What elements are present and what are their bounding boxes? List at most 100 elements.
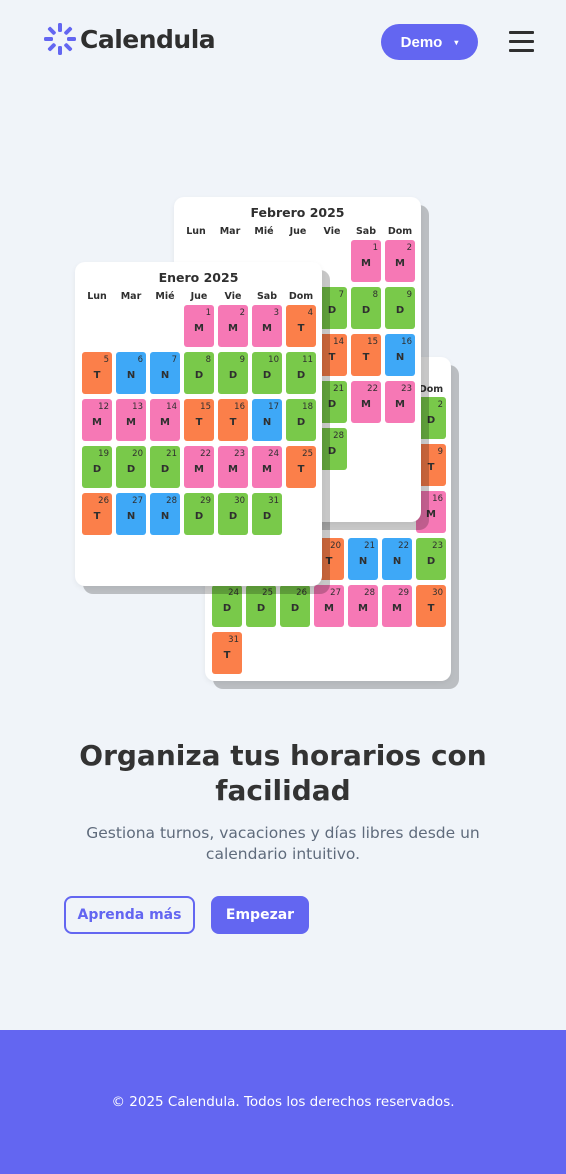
calendar-day-cell[interactable]: 27 N <box>116 493 146 535</box>
day-number: 20 <box>132 449 143 459</box>
day-number: 27 <box>330 588 341 598</box>
calendar-day-cell[interactable]: 31 T <box>212 632 242 674</box>
calendar-day-cell[interactable]: 23 M <box>218 446 248 488</box>
shift-code: D <box>92 464 102 475</box>
calendar-day-cell[interactable]: 22 M <box>184 446 214 488</box>
calendar-day-cell[interactable]: 6N <box>116 352 146 394</box>
day-number: 7 <box>171 355 177 365</box>
calendar-day-cell[interactable]: 22 N <box>382 538 412 580</box>
calendar-day-cell[interactable]: 28 M <box>348 585 378 627</box>
shift-code: T <box>229 417 237 428</box>
day-number: 23 <box>234 449 245 459</box>
shift-code: D <box>194 370 204 381</box>
calendar-day-cell[interactable]: 26 T <box>82 493 112 535</box>
shift-code: M <box>361 258 371 269</box>
shift-code: M <box>262 464 272 475</box>
learn-more-button[interactable]: Aprenda más <box>64 896 195 934</box>
calendar-day-cell[interactable]: 22 M <box>351 381 381 423</box>
hamburger-menu-icon[interactable] <box>509 31 534 53</box>
calendar-day-cell[interactable]: 24 D <box>212 585 242 627</box>
shift-code: M <box>194 323 204 334</box>
calendar-day-cell[interactable]: 1M <box>184 305 214 347</box>
logo-text: Calendula <box>80 24 216 54</box>
calendar-day-cell[interactable]: 29 M <box>382 585 412 627</box>
shift-code: M <box>228 323 238 334</box>
calendar-day-cell[interactable]: 30 D <box>218 493 248 535</box>
shift-code: D <box>361 305 371 316</box>
calendar-day-cell[interactable]: 30 T <box>416 585 446 627</box>
calendar-day-cell[interactable]: 16 N <box>385 334 415 376</box>
shift-code: D <box>296 417 306 428</box>
shift-code: T <box>93 511 101 522</box>
shift-code: D <box>222 603 232 614</box>
shift-code: M <box>228 464 238 475</box>
logo-sun-icon <box>44 23 76 55</box>
calendar-day-cell[interactable]: 7N <box>150 352 180 394</box>
calendar-day-cell[interactable]: 17 N <box>252 399 282 441</box>
shift-code: T <box>223 650 231 661</box>
demo-dropdown-button[interactable]: Demo ▾ <box>381 24 478 60</box>
weekday-label: Sab <box>355 226 377 237</box>
day-number: 16 <box>234 402 245 412</box>
calendar-month-title: Febrero 2025 <box>250 205 345 220</box>
footer-copyright: © 2025 Calendula. Todos los derechos res… <box>111 1094 455 1110</box>
calendar-day-cell[interactable]: 8D <box>184 352 214 394</box>
calendar-day-cell[interactable]: 20 D <box>116 446 146 488</box>
day-number: 7 <box>338 290 344 300</box>
day-number: 28 <box>364 588 375 598</box>
calendar-day-cell[interactable]: 23 D <box>416 538 446 580</box>
calendar-day-cell[interactable]: 29 D <box>184 493 214 535</box>
demo-label: Demo <box>400 33 443 51</box>
day-number: 21 <box>333 384 344 394</box>
calendar-day-cell[interactable]: 11 D <box>286 352 316 394</box>
calendar-day-cell[interactable]: 26 D <box>280 585 310 627</box>
calendar-day-cell[interactable]: 21 N <box>348 538 378 580</box>
calendar-day-cell[interactable]: 1M <box>351 240 381 282</box>
calendar-day-cell[interactable]: 8D <box>351 287 381 329</box>
calendar-day-cell[interactable]: 13 M <box>116 399 146 441</box>
get-started-button[interactable]: Empezar <box>211 896 309 934</box>
day-number: 9 <box>406 290 412 300</box>
caret-down-icon: ▾ <box>454 37 459 47</box>
calendar-day-cell[interactable]: 16 T <box>218 399 248 441</box>
calendar-day-cell[interactable]: 15 T <box>351 334 381 376</box>
shift-code: T <box>297 464 305 475</box>
shift-code: N <box>262 417 272 428</box>
calendar-day-cell[interactable]: 12 M <box>82 399 112 441</box>
shift-code: M <box>358 603 368 614</box>
day-number: 15 <box>367 337 378 347</box>
calendar-day-cell[interactable]: 14 M <box>150 399 180 441</box>
calendar-day-cell[interactable]: 21 D <box>150 446 180 488</box>
shift-code: M <box>92 417 102 428</box>
calendar-day-cell[interactable]: 2M <box>218 305 248 347</box>
day-number: 1 <box>205 308 211 318</box>
day-number: 4 <box>307 308 313 318</box>
calendar-card-january: Enero 2025 Lun Mar Mié Jue Vie Sab Dom 1 M 2 M 3 M 4 T 5… <box>75 262 322 586</box>
calendar-day-cell[interactable]: 3M <box>252 305 282 347</box>
day-number: 9 <box>239 355 245 365</box>
calendar-day-cell[interactable]: 15 T <box>184 399 214 441</box>
calendar-day-cell[interactable]: 28 N <box>150 493 180 535</box>
calendar-day-cell[interactable]: 24 M <box>252 446 282 488</box>
shift-code: N <box>160 511 170 522</box>
day-number: 14 <box>333 337 344 347</box>
calendar-day-cell[interactable]: 5T <box>82 352 112 394</box>
weekday-label: Vie <box>323 226 341 237</box>
day-number: 30 <box>234 496 245 506</box>
calendar-day-cell[interactable]: 18 D <box>286 399 316 441</box>
calendar-day-cell[interactable]: 25 T <box>286 446 316 488</box>
day-number: 16 <box>432 494 443 504</box>
calendar-day-cell[interactable]: 19 D <box>82 446 112 488</box>
calendar-day-cell[interactable]: 23 M <box>385 381 415 423</box>
calendar-day-cell[interactable]: 2M <box>385 240 415 282</box>
calendar-day-cell[interactable]: 31 D <box>252 493 282 535</box>
calendar-day-cell[interactable]: 9D <box>218 352 248 394</box>
calendar-day-cell[interactable]: 9D <box>385 287 415 329</box>
calendar-day-cell[interactable]: 25 D <box>246 585 276 627</box>
calendar-day-cell[interactable]: 10 D <box>252 352 282 394</box>
hero-headline: Organiza tus horarios con facilidad <box>79 739 487 807</box>
calendar-day-cell[interactable]: 27 M <box>314 585 344 627</box>
day-number: 19 <box>98 449 109 459</box>
logo[interactable]: Calendula <box>43 22 216 56</box>
calendar-day-cell[interactable]: 4T <box>286 305 316 347</box>
